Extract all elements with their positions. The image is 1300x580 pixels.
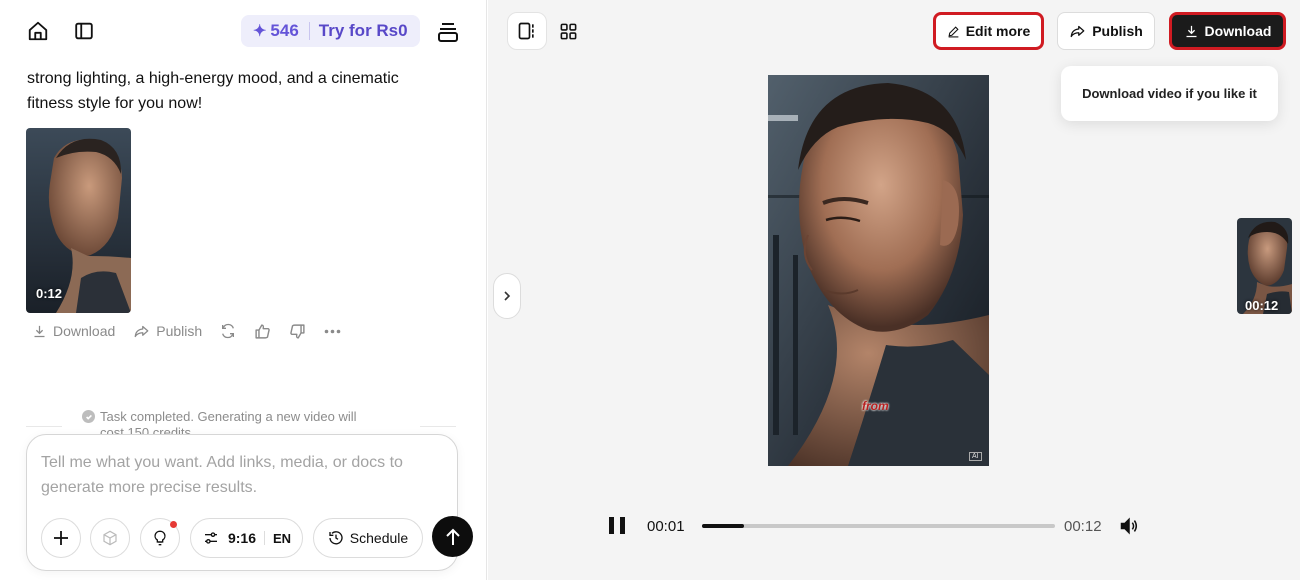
total-time: 00:12 bbox=[1064, 518, 1102, 535]
assets-button[interactable] bbox=[90, 518, 130, 558]
schedule-icon bbox=[329, 531, 343, 545]
add-attachment-button[interactable] bbox=[41, 518, 81, 558]
thumbs-down-icon[interactable] bbox=[289, 323, 306, 340]
publish-button[interactable]: Publish bbox=[1057, 12, 1155, 50]
seek-bar[interactable] bbox=[702, 524, 1055, 528]
volume-icon[interactable] bbox=[1119, 516, 1139, 541]
try-for-free-link[interactable]: Try for Rs0 bbox=[319, 21, 408, 41]
prompt-input[interactable]: Tell me what you want. Add links, media,… bbox=[41, 450, 441, 500]
edit-more-label: Edit more bbox=[965, 23, 1031, 39]
sidebar-toggle-icon[interactable] bbox=[70, 17, 98, 45]
message-actions: Download Publish bbox=[32, 320, 359, 342]
seek-bar-progress bbox=[702, 524, 745, 528]
current-time: 00:01 bbox=[647, 518, 685, 535]
grid-view-button[interactable] bbox=[555, 17, 581, 45]
pencil-icon bbox=[948, 25, 959, 37]
mini-thumbnail-duration: 00:12 bbox=[1245, 298, 1279, 313]
ai-badge: AI bbox=[969, 452, 982, 461]
share-icon bbox=[1070, 25, 1085, 37]
send-button[interactable] bbox=[432, 516, 473, 557]
publish-action-label: Publish bbox=[156, 323, 203, 339]
sparkle-icon: ✦ bbox=[253, 23, 267, 40]
grid-icon bbox=[560, 23, 576, 39]
settings-separator bbox=[263, 531, 265, 545]
credits-badge[interactable]: ✦ 546 Try for Rs0 bbox=[241, 15, 420, 47]
download-icon bbox=[34, 325, 45, 337]
prompt-composer: Tell me what you want. Add links, media,… bbox=[26, 434, 458, 571]
download-tooltip: Download video if you like it bbox=[1061, 66, 1278, 121]
schedule-button[interactable]: Schedule bbox=[313, 518, 423, 558]
video-thumbnail[interactable]: 0:12 bbox=[26, 128, 131, 313]
download-action-label: Download bbox=[53, 323, 116, 339]
assistant-message: strong lighting, a high-energy mood, and… bbox=[27, 70, 399, 112]
language-value: EN bbox=[272, 530, 292, 546]
video-settings-button[interactable]: 9:16 EN bbox=[190, 518, 303, 558]
arrow-up-icon bbox=[445, 528, 460, 545]
status-divider-right bbox=[420, 426, 456, 427]
publish-label: Publish bbox=[1092, 23, 1143, 39]
pause-icon[interactable] bbox=[609, 517, 625, 534]
edit-more-button[interactable]: Edit more bbox=[933, 12, 1044, 50]
schedule-label: Schedule bbox=[349, 530, 409, 546]
timeline-thumbnail[interactable]: 00:12 bbox=[1237, 218, 1292, 314]
side-panel-icon bbox=[518, 22, 534, 40]
share-icon bbox=[134, 325, 149, 337]
ideas-button[interactable] bbox=[140, 518, 180, 558]
panel-view-button[interactable] bbox=[507, 12, 547, 50]
download-tooltip-text: Download video if you like it bbox=[1082, 86, 1257, 101]
cube-icon bbox=[103, 530, 117, 546]
caption-word: from bbox=[862, 399, 889, 413]
chat-topbar: ✦ 546 Try for Rs0 bbox=[0, 0, 487, 62]
publish-action[interactable]: Publish bbox=[133, 323, 202, 339]
more-options-icon[interactable] bbox=[324, 329, 341, 334]
playback-controls: 00:01 00:12 bbox=[609, 512, 1144, 540]
download-button[interactable]: Download bbox=[1169, 12, 1286, 50]
download-icon bbox=[1186, 25, 1197, 37]
status-divider-left bbox=[26, 426, 62, 427]
plus-icon bbox=[54, 531, 68, 545]
credits-count: 546 bbox=[270, 21, 299, 40]
credits-separator bbox=[308, 22, 310, 40]
notification-dot bbox=[170, 521, 177, 528]
home-icon[interactable] bbox=[24, 17, 52, 45]
thumbs-up-icon[interactable] bbox=[254, 323, 271, 340]
chevron-right-icon bbox=[504, 291, 511, 301]
regenerate-icon[interactable] bbox=[220, 323, 236, 339]
download-label: Download bbox=[1204, 23, 1272, 39]
thumbnail-duration: 0:12 bbox=[36, 286, 63, 301]
expand-panel-button[interactable] bbox=[493, 273, 521, 319]
sliders-icon bbox=[204, 532, 217, 544]
stack-icon[interactable] bbox=[434, 18, 462, 46]
lightbulb-icon bbox=[154, 530, 166, 546]
check-icon bbox=[82, 410, 95, 423]
download-action[interactable]: Download bbox=[32, 323, 115, 339]
aspect-ratio-value: 9:16 bbox=[227, 530, 256, 546]
